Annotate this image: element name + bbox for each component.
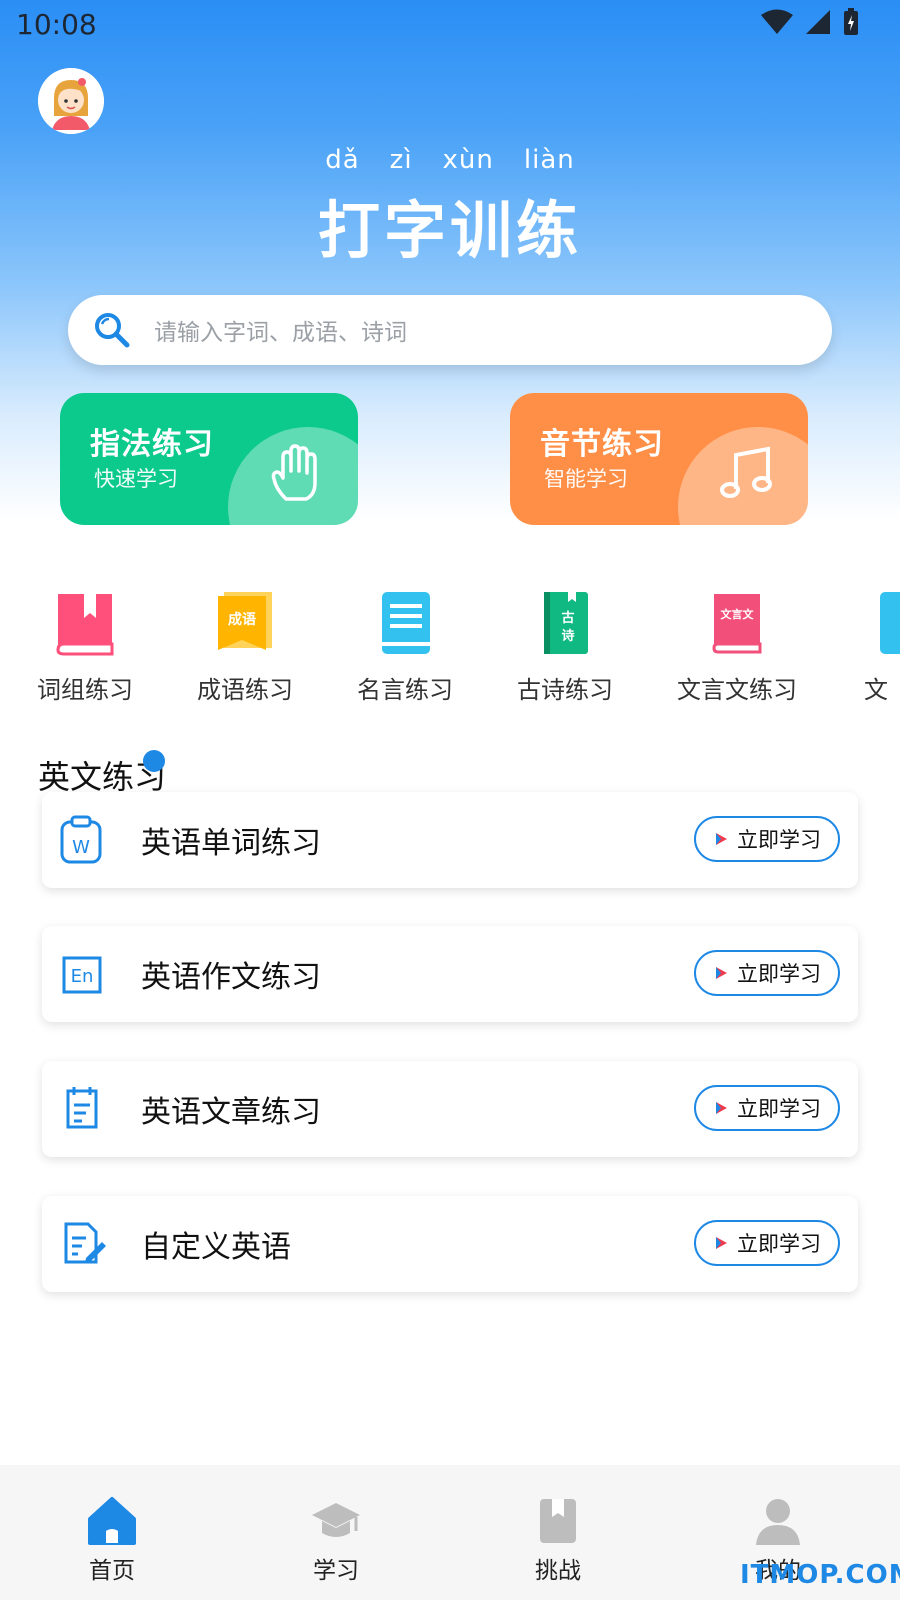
category-idiom[interactable]: 成语 成语练习	[170, 588, 320, 705]
classical-book-icon: 文言文	[712, 594, 762, 654]
nav-challenge[interactable]: 挑战	[498, 1495, 618, 1585]
nav-label: 首页	[89, 1558, 135, 1584]
pinyin-syllable: dǎ	[325, 145, 360, 175]
search-bar[interactable]: 请输入字词、成语、诗词	[68, 295, 832, 365]
category-quote[interactable]: 名言练习	[330, 588, 480, 705]
nav-home[interactable]: 首页	[52, 1495, 172, 1585]
list-item-article[interactable]: 英语文章练习 立即学习	[42, 1061, 858, 1157]
search-icon	[95, 313, 130, 348]
status-time: 10:08	[16, 8, 97, 41]
page-title: 打字训练	[317, 194, 582, 267]
nav-label: 挑战	[535, 1558, 581, 1584]
button-label: 立即学习	[737, 828, 821, 852]
play-icon	[716, 1102, 727, 1114]
list-item-word[interactable]: W 英语单词练习 立即学习	[42, 792, 858, 888]
fingering-practice-card[interactable]: 指法练习 快速学习	[60, 393, 358, 525]
category-strip[interactable]: 词组练习 成语 成语练习 名言练习 古 诗 古诗练习 文言文 文言文练习 文	[0, 588, 900, 718]
button-label: 立即学习	[737, 962, 821, 986]
edit-document-icon	[64, 1222, 106, 1264]
start-learning-button[interactable]: 立即学习	[694, 950, 840, 996]
word-icon: W	[60, 815, 102, 864]
category-label: 词组练习	[37, 676, 133, 704]
category-label: 文	[864, 676, 888, 704]
poem-badge-char-1: 古	[561, 610, 574, 626]
section-indicator-dot	[143, 750, 165, 772]
syllable-practice-card[interactable]: 音节练习 智能学习	[510, 393, 808, 525]
list-item-label: 自定义英语	[141, 1230, 291, 1265]
category-phrase[interactable]: 词组练习	[10, 588, 160, 705]
card-title: 音节练习	[540, 427, 664, 462]
battery-icon	[844, 8, 858, 35]
idiom-badge-text: 成语	[228, 611, 256, 628]
button-label: 立即学习	[737, 1097, 821, 1121]
classical-badge-text: 文言文	[721, 607, 755, 621]
card-subtitle: 快速学习	[94, 467, 178, 491]
list-item-composition[interactable]: En 英语作文练习 立即学习	[42, 926, 858, 1022]
category-label: 古诗练习	[517, 676, 613, 704]
person-icon	[756, 1499, 800, 1545]
category-label: 文言文练习	[677, 676, 797, 704]
pinyin-syllable: xùn	[442, 145, 494, 175]
list-item-custom[interactable]: 自定义英语 立即学习	[42, 1196, 858, 1292]
start-learning-button[interactable]: 立即学习	[694, 1085, 840, 1131]
home-icon	[88, 1497, 136, 1545]
card-subtitle: 智能学习	[544, 467, 628, 491]
start-learning-button[interactable]: 立即学习	[694, 1220, 840, 1266]
nav-study[interactable]: 学习	[276, 1495, 396, 1585]
nav-label: 学习	[313, 1558, 359, 1584]
category-classical[interactable]: 文言文 文言文练习	[662, 588, 812, 705]
avatar[interactable]	[38, 68, 104, 134]
poem-badge-char-2: 诗	[561, 628, 574, 644]
play-icon	[716, 967, 727, 979]
idiom-book-icon: 成语	[218, 592, 272, 650]
en-icon: En	[62, 956, 102, 994]
svg-text:W: W	[72, 837, 90, 858]
graduation-cap-icon	[312, 1503, 360, 1537]
poem-book-icon: 古 诗	[544, 592, 588, 654]
list-item-label: 英语作文练习	[141, 960, 321, 995]
quote-book-icon	[382, 592, 430, 654]
category-label: 成语练习	[197, 676, 293, 704]
play-icon	[716, 1237, 727, 1249]
list-item-label: 英语文章练习	[141, 1095, 321, 1130]
start-learning-button[interactable]: 立即学习	[694, 816, 840, 862]
article-icon	[66, 1087, 98, 1129]
watermark: ITMOP.COM	[740, 1560, 900, 1590]
svg-text:En: En	[71, 966, 94, 987]
pinyin-syllable: liàn	[523, 145, 575, 175]
list-item-label: 英语单词练习	[141, 826, 321, 861]
status-bar: 10:08	[0, 0, 900, 50]
title-pinyin: dǎ zì xùn liàn	[0, 145, 900, 175]
play-icon	[716, 833, 727, 845]
pinyin-syllable: zì	[389, 145, 413, 175]
music-note-icon	[720, 446, 772, 498]
category-poem[interactable]: 古 诗 古诗练习	[490, 588, 640, 705]
button-label: 立即学习	[737, 1232, 821, 1256]
signal-icon	[806, 10, 830, 34]
hand-icon	[271, 444, 317, 501]
wifi-icon	[761, 9, 793, 34]
category-label: 名言练习	[357, 676, 453, 704]
card-title: 指法练习	[90, 427, 214, 462]
book-icon	[56, 594, 114, 656]
partial-book-icon	[880, 592, 900, 654]
avatar-girl-icon	[38, 68, 104, 134]
search-placeholder[interactable]: 请输入字词、成语、诗词	[154, 313, 407, 347]
bookmark-icon	[540, 1499, 576, 1543]
category-more[interactable]: 文	[840, 588, 900, 705]
